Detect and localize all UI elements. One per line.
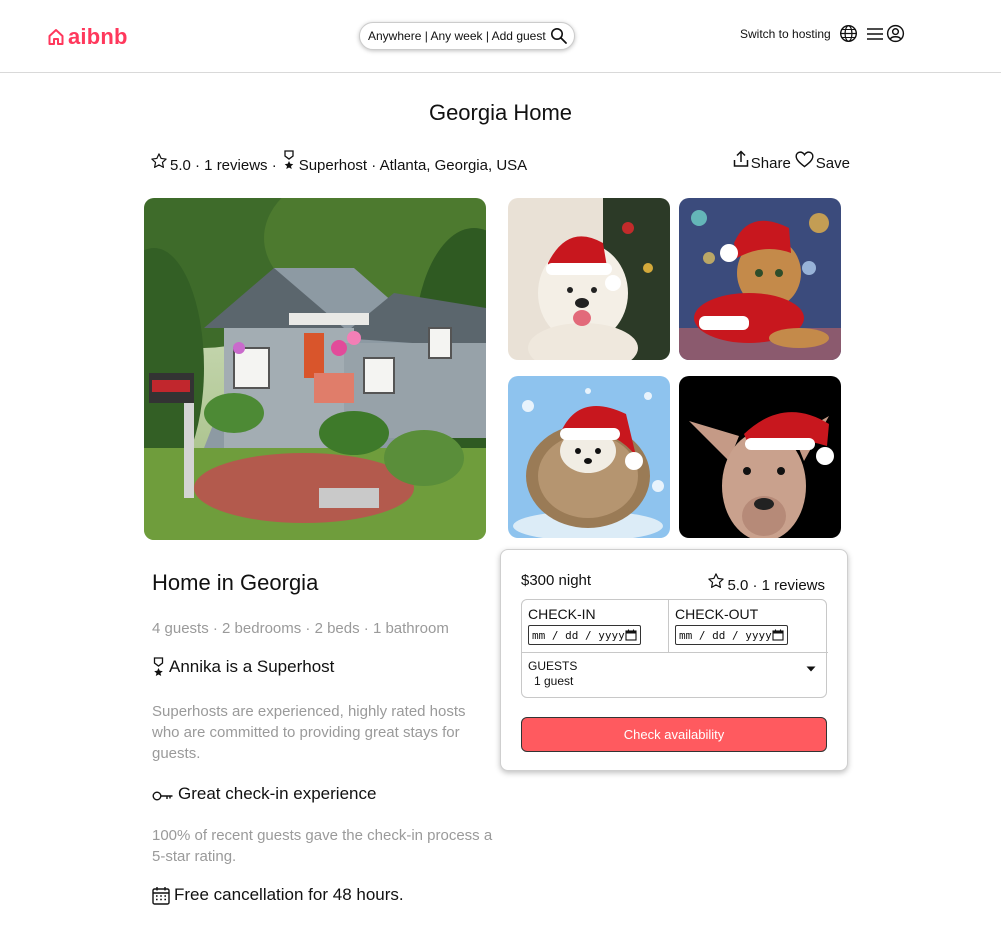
listing-title: Georgia Home (428, 100, 573, 125)
home-icon (48, 28, 64, 46)
rating-text: 5.0 · 1 reviews (727, 577, 825, 594)
check-availability-button[interactable]: Check availability (521, 717, 827, 752)
guests-select[interactable]: GUESTS 1 guest (522, 652, 828, 699)
medal-icon (283, 150, 295, 174)
listing-meta-row: 5.0 · 1 reviews · Superhost · Atlanta, G… (150, 150, 850, 176)
logo-text: aibnb (68, 24, 128, 49)
header-actions: Switch to hosting (740, 24, 913, 43)
booking-rating: 5.0 · 1 reviews (707, 572, 825, 594)
photo-dog-santa-hat[interactable] (508, 198, 670, 360)
search-bar[interactable]: Anywhere | Any week | Add guest (359, 22, 575, 50)
listing-meta: 5.0 · 1 reviews · Superhost · Atlanta, G… (150, 150, 527, 174)
booking-card: $300 night 5.0 · 1 reviews CHECK-IN mm /… (500, 549, 848, 771)
key-icon (152, 790, 174, 804)
photo-cat-santa-hat[interactable] (679, 198, 841, 360)
superhost-location: Superhost · Atlanta, Georgia, USA (298, 157, 528, 174)
checkout-label: CHECK-OUT (675, 606, 759, 622)
feature-description: Superhosts are experienced, highly rated… (152, 703, 466, 762)
checkout-field: CHECK-OUT mm / dd / yyyy (669, 600, 828, 652)
home-specs: 4 guests · 2 bedrooms · 2 beds · 1 bathr… (152, 620, 449, 637)
checkin-label: CHECK-IN (528, 606, 596, 622)
feature-checkin: Great check-in experience (152, 784, 376, 804)
globe-icon[interactable] (839, 24, 858, 43)
user-profile-icon[interactable] (886, 24, 905, 43)
checkin-date-input[interactable]: mm / dd / yyyy (528, 625, 641, 645)
search-summary: Anywhere | Any week | Add guest (368, 29, 546, 43)
caret-down-icon (806, 666, 816, 672)
calendar-icon (152, 886, 170, 905)
listing-actions: Share Save (731, 150, 850, 172)
search-icon[interactable] (550, 27, 568, 45)
guests-value: 1 guest (534, 674, 574, 688)
top-navbar: aibnb Anywhere | Any week | Add guest Sw… (0, 0, 1001, 73)
feature-title: Annika is a Superhost (169, 657, 335, 676)
save-button[interactable]: Save (793, 151, 850, 172)
logo[interactable]: aibnb (48, 24, 128, 50)
share-icon (733, 150, 749, 172)
nightly-price: $300 night (521, 572, 592, 589)
reservation-fields: CHECK-IN mm / dd / yyyy CHECK-OUT mm / d… (521, 599, 828, 699)
feature-title: Free cancellation for 48 hours. (174, 885, 404, 904)
menu-icon[interactable] (866, 27, 884, 41)
feature-description: 100% of recent guests gave the check-in … (152, 827, 493, 865)
photo-kangaroo-santa-hat[interactable] (679, 376, 841, 538)
date-placeholder: mm / dd / yyyy (532, 628, 625, 642)
calendar-icon[interactable] (625, 629, 637, 641)
share-label: Share (750, 155, 791, 172)
main-photo-house[interactable] (144, 198, 486, 540)
home-heading: Home in Georgia (152, 570, 319, 595)
heart-icon (795, 151, 814, 172)
guests-label: GUESTS (528, 659, 578, 673)
photo-hedgehog-santa-hat[interactable] (508, 376, 670, 538)
feature-superhost: Annika is a Superhost (152, 657, 334, 677)
feature-title: Great check-in experience (178, 784, 377, 803)
star-icon (707, 572, 725, 594)
checkout-date-input[interactable]: mm / dd / yyyy (675, 625, 788, 645)
feature-cancellation: Free cancellation for 48 hours. (152, 885, 404, 905)
switch-to-hosting-link[interactable]: Switch to hosting (740, 27, 831, 41)
medal-icon (152, 657, 165, 677)
calendar-icon[interactable] (772, 629, 784, 641)
listing-rating: 5.0 · 1 reviews · (170, 157, 277, 174)
save-label: Save (815, 155, 850, 172)
share-button[interactable]: Share (731, 150, 791, 172)
checkin-field: CHECK-IN mm / dd / yyyy (522, 600, 669, 652)
date-placeholder: mm / dd / yyyy (679, 628, 772, 642)
star-icon (150, 152, 168, 174)
